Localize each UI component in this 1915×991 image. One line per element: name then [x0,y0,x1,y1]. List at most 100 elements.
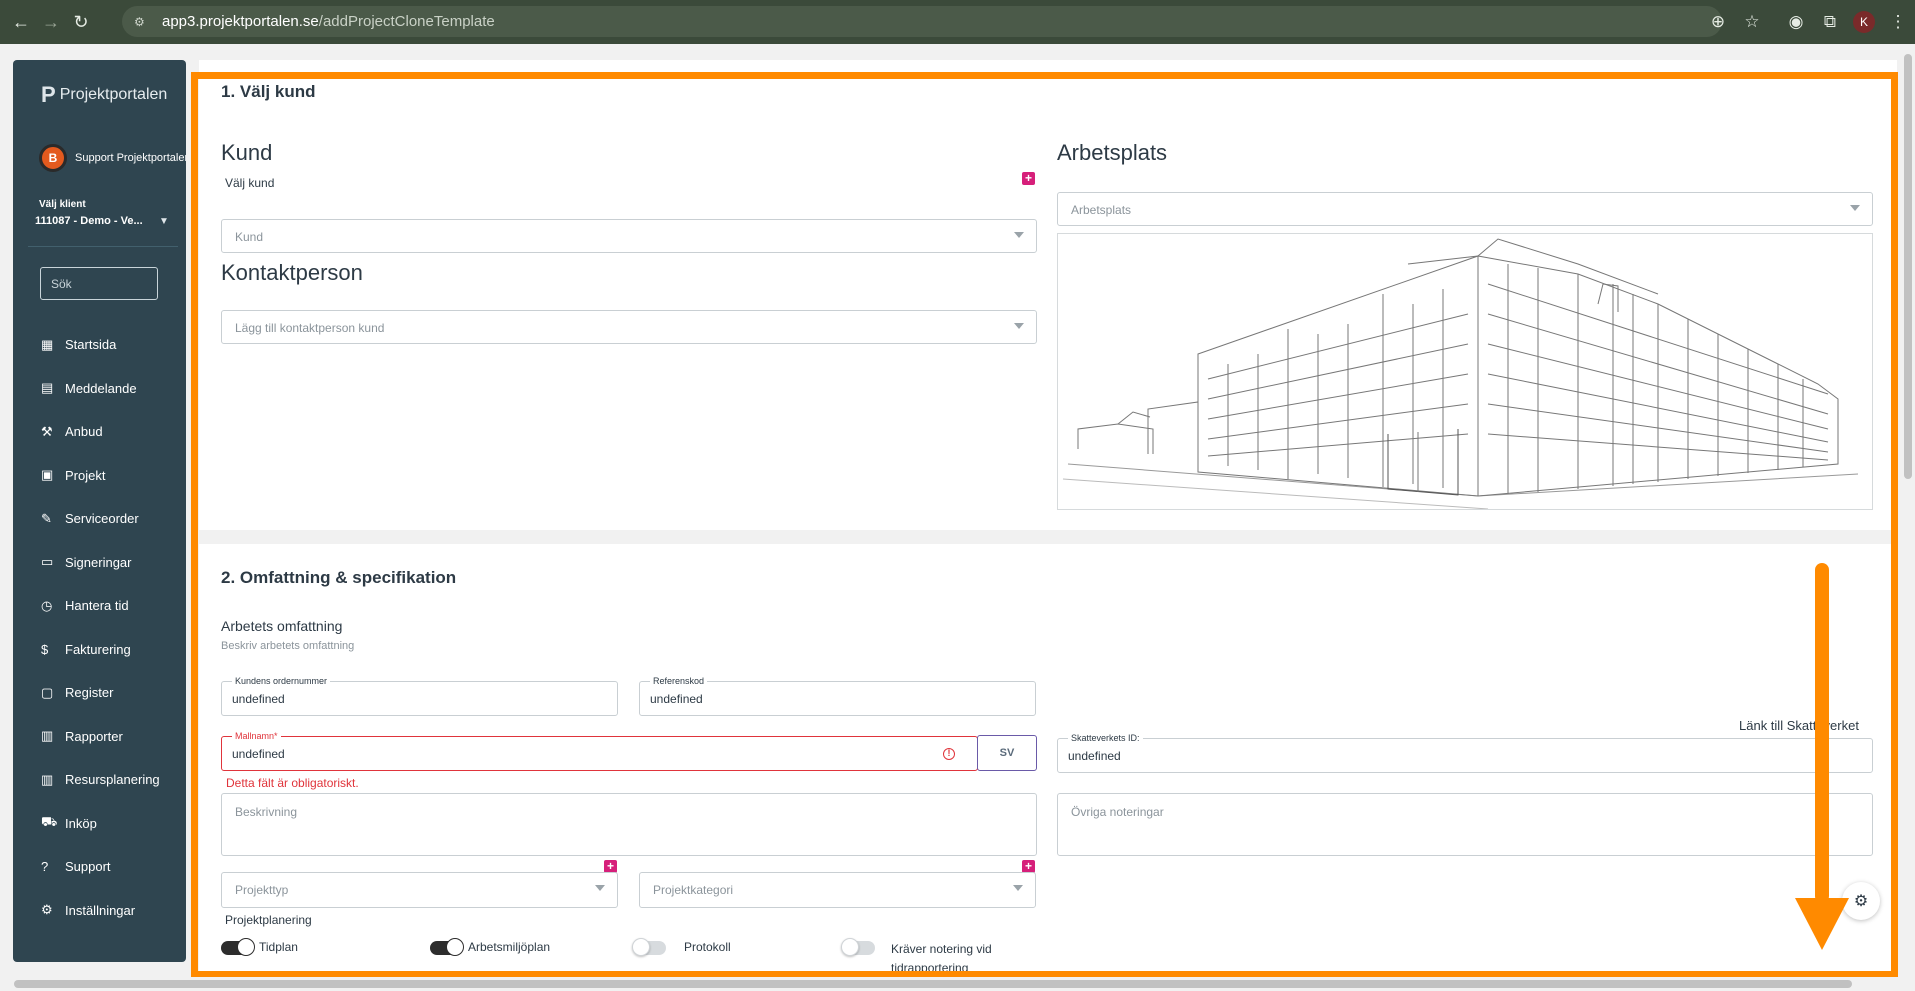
skatteverket-value: undefined [1068,749,1121,763]
wrench-icon: ✎ [41,510,52,526]
sidebar-item-rapporter[interactable]: ▥ Rapporter [41,715,160,759]
protokoll-switch[interactable] [632,938,666,956]
gavel-icon: ⚒ [41,423,53,439]
toggle-tidplan[interactable]: Tidplan [221,938,298,956]
caret-down-icon [1850,205,1860,211]
cart-icon: ⛟ [41,814,58,830]
ordernummer-field[interactable]: Kundens ordernummer undefined [221,676,618,716]
kontaktperson-select[interactable]: Lägg till kontaktperson kund [221,310,1037,344]
bookmark-star-icon[interactable]: ☆ [1735,12,1769,32]
kund-select[interactable]: Kund [221,219,1037,253]
sidebar-item-label: Serviceorder [65,511,139,527]
toggle-protokoll[interactable]: Protokoll [632,938,731,956]
browser-toolbar: ← → ↻ ⚙ app3.projektportalen.se/addProje… [0,0,1915,44]
toggle-label: Tidplan [259,940,298,954]
mallnamn-field[interactable]: Mallnamn* undefined ! [221,731,978,771]
toggle-label: Protokoll [684,940,731,954]
back-icon[interactable]: ← [6,7,36,37]
section-1-title: 1. Välj kund [221,82,316,101]
section-2-title: 2. Omfattning & specifikation [221,568,457,587]
user-profile[interactable]: B Support Projektportalen [39,144,186,172]
sidebar-item-hantera-tid[interactable]: ◷ Hantera tid [41,584,160,628]
sidebar-item-label: Rapporter [65,728,123,744]
kraver-notering-switch[interactable] [841,938,875,956]
sidebar-item-signeringar[interactable]: ▭ Signeringar [41,541,160,585]
sidebar-item-projekt[interactable]: ▣ Projekt [41,454,160,498]
project-icon: ▣ [41,467,54,483]
sidebar-item-support[interactable]: ? Support [41,845,160,889]
building-sketch-image [1057,233,1873,510]
client-select[interactable]: 111087 - Demo - Ve... [35,215,143,227]
forward-icon[interactable]: → [36,7,66,37]
dollar-icon: $ [41,641,49,657]
mallnamn-label: Mallnamn* [232,731,281,741]
sidebar-item-label: Hantera tid [65,598,129,614]
reload-icon[interactable]: ↻ [66,7,96,37]
dashboard-icon: ▦ [41,336,54,352]
client-label: Välj klient [39,199,86,210]
projekttyp-placeholder: Projekttyp [235,883,289,897]
scrollbar-thumb[interactable] [14,980,1852,988]
sidebar-item-fakturering[interactable]: $ Fakturering [41,628,160,672]
sidebar-item-meddelande[interactable]: ▤ Meddelande [41,367,160,411]
sidebar-item-startsida[interactable]: ▦ Startsida [41,323,160,367]
sidebar-item-anbud[interactable]: ⚒ Anbud [41,410,160,454]
horizontal-scrollbar[interactable] [0,977,1901,991]
projektkategori-placeholder: Projektkategori [653,883,734,897]
scroll-down-arrow [1815,563,1829,903]
message-icon: ▤ [41,380,54,396]
toggle-label: Arbetsmiljöplan [468,940,551,954]
extension-icon[interactable]: ◉ [1779,12,1813,32]
kontaktperson-placeholder: Lägg till kontaktperson kund [235,321,385,335]
site-settings-icon[interactable]: ⚙ [134,15,154,29]
toggle-arbetsmiljoplan[interactable]: Arbetsmiljöplan [430,938,551,956]
caret-down-icon[interactable]: ▼ [159,216,169,227]
tidplan-switch[interactable] [221,938,255,956]
sidebar-item-serviceorder[interactable]: ✎ Serviceorder [41,497,160,541]
scrollbar-thumb[interactable] [1904,54,1912,479]
sidebar-item-inköp[interactable]: ⛟ Inköp [41,802,160,846]
sidebar-item-label: Fakturering [65,641,131,657]
register-icon: ▢ [41,684,54,700]
projekttyp-select[interactable]: Projekttyp [221,872,618,908]
add-kund-button[interactable]: + [1022,172,1035,185]
vertical-scrollbar[interactable] [1901,44,1915,991]
sidebar-item-label: Anbud [65,424,103,440]
logo-mark-icon: P [41,82,56,107]
sidebar-item-inställningar[interactable]: ⚙ Inställningar [41,889,160,933]
skatteverket-label: Skatteverkets ID: [1068,733,1143,743]
skatteverket-field[interactable]: Skatteverkets ID: undefined [1057,733,1873,773]
menu-dots-icon[interactable]: ⋮ [1881,12,1915,32]
beskrivning-textarea[interactable]: Beskrivning [221,793,1037,856]
sidebar-item-label: Meddelande [65,380,137,396]
referenskod-value: undefined [650,692,703,706]
arbetsplats-placeholder: Arbetsplats [1071,203,1132,217]
mallnamn-error: Detta fält är obligatoriskt. [226,776,359,790]
ovriga-noteringar-textarea[interactable]: Övriga noteringar [1057,793,1873,856]
user-name: Support Projektportalen [75,152,186,164]
sidebar-item-resursplanering[interactable]: ▥ Resursplanering [41,758,160,802]
toggle-kraver-notering[interactable]: Kräver notering vid tidrapportering [841,938,1023,975]
sidebar-search-input[interactable]: Sök [40,267,158,300]
building-sketch-svg [1062,238,1859,510]
referenskod-field[interactable]: Referenskod undefined [639,676,1036,716]
projektkategori-select[interactable]: Projektkategori [639,872,1036,908]
divider [28,246,178,247]
main-content: 1. Välj kund Kund Välj kund + Kund Konta… [199,60,1897,975]
address-bar[interactable]: ⚙ app3.projektportalen.se/addProjectClon… [122,6,1722,37]
kund-placeholder: Kund [235,230,264,244]
arbetsmiljoplan-switch[interactable] [430,938,464,956]
arbetsplats-select[interactable]: Arbetsplats [1057,192,1873,226]
sidebar-item-label: Register [65,685,114,701]
profile-avatar[interactable]: K [1853,11,1875,33]
help-icon: ? [41,859,49,875]
zoom-icon[interactable]: ⊕ [1701,12,1735,32]
calendar-icon: ▥ [41,728,54,744]
caret-down-icon [1013,885,1023,891]
avatar: B [39,144,67,172]
skatteverket-link[interactable]: Länk till Skatteverket [1739,718,1859,733]
puzzle-icon[interactable]: ⧉ [1813,12,1847,32]
language-sv-button[interactable]: SV [977,735,1037,771]
logo[interactable]: P Projektportalen [41,82,167,108]
sidebar-item-register[interactable]: ▢ Register [41,671,160,715]
